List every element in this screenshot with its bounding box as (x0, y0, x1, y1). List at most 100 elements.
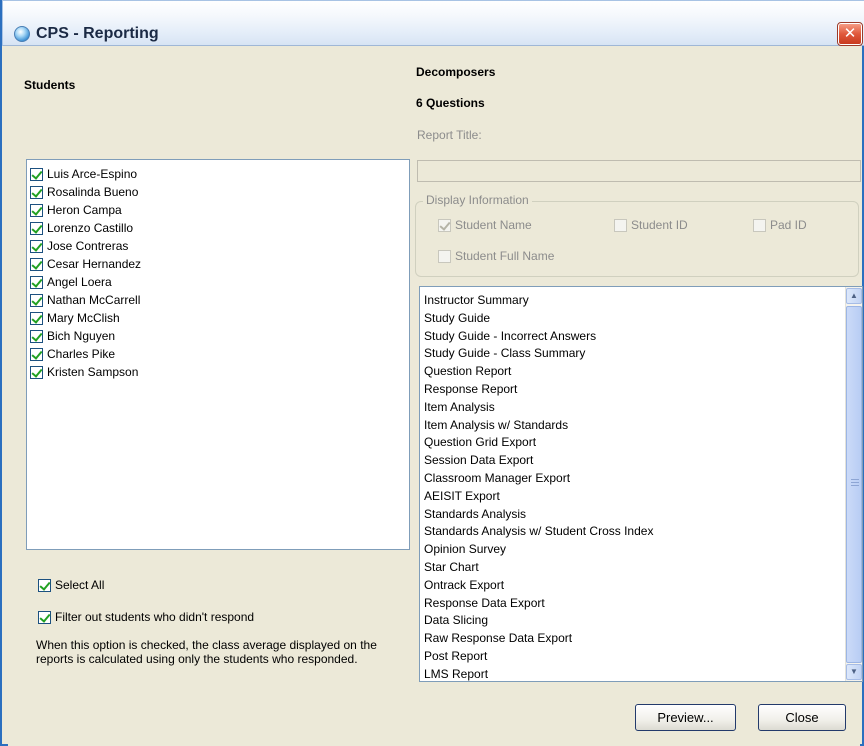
student-row[interactable]: Charles Pike (30, 345, 409, 363)
app-globe-icon (14, 26, 30, 42)
report-list-item[interactable]: Item Analysis w/ Standards (424, 417, 653, 435)
student-checkbox[interactable] (30, 239, 43, 253)
window-title: CPS - Reporting (36, 25, 159, 42)
pad-id-label: Pad ID (770, 218, 807, 232)
student-name: Luis Arce-Espino (47, 167, 138, 181)
report-list-item[interactable]: Star Chart (424, 559, 653, 577)
student-name: Mary McClish (47, 311, 120, 325)
student-checkbox[interactable] (30, 293, 43, 307)
students-list[interactable]: Luis Arce-Espino Rosalinda Bueno Heron Cam… (26, 159, 410, 550)
reports-list[interactable]: Instructor Summary Study Guide Study Guide… (419, 286, 863, 682)
student-checkbox[interactable] (30, 257, 43, 271)
student-full-name-label: Student Full Name (455, 249, 555, 263)
student-name: Kristen Sampson (47, 365, 139, 379)
report-list-item[interactable]: Standards Analysis w/ Student Cross Inde… (424, 523, 653, 541)
student-row[interactable]: Cesar Hernandez (30, 255, 409, 273)
student-checkbox[interactable] (30, 167, 43, 181)
window-close-button[interactable]: ✕ (837, 22, 863, 46)
report-list-item[interactable]: Item Analysis (424, 399, 653, 417)
student-row[interactable]: Bich Nguyen (30, 327, 409, 345)
students-heading: Students (24, 78, 76, 92)
report-list-item[interactable]: Raw Response Data Export (424, 630, 653, 648)
scroll-down-arrow-icon[interactable]: ▼ (846, 664, 862, 680)
report-list-item[interactable]: Study Guide - Class Summary (424, 345, 653, 363)
report-title-label: Report Title: (417, 128, 482, 142)
display-information-group (415, 201, 859, 277)
student-checkbox[interactable] (30, 221, 43, 235)
scroll-thumb[interactable] (846, 306, 862, 663)
scroll-grip-icon (851, 479, 859, 488)
student-name-label: Student Name (455, 218, 532, 232)
student-full-name-option[interactable]: Student Full Name (438, 247, 554, 265)
report-list-item[interactable]: LMS Report (424, 666, 653, 684)
report-list-item[interactable]: AEISIT Export (424, 488, 653, 506)
student-name-option[interactable]: Student Name (438, 216, 532, 234)
filter-note: When this option is checked, the class a… (36, 638, 377, 666)
report-list-item[interactable]: Opinion Survey (424, 541, 653, 559)
question-count: 6 Questions (416, 96, 485, 110)
student-full-name-checkbox[interactable] (438, 249, 451, 263)
pad-id-checkbox[interactable] (753, 218, 766, 232)
student-checkbox[interactable] (30, 185, 43, 199)
student-name: Nathan McCarrell (47, 293, 141, 307)
scroll-up-arrow-icon[interactable]: ▲ (846, 288, 862, 304)
preview-button[interactable]: Preview... (635, 704, 736, 731)
student-row[interactable]: Rosalinda Bueno (30, 183, 409, 201)
student-name-checkbox[interactable] (438, 218, 451, 232)
student-checkbox[interactable] (30, 311, 43, 325)
dialog-body: Students Luis Arce-Espino Rosalinda Bueno… (8, 46, 863, 746)
student-row[interactable]: Mary McClish (30, 309, 409, 327)
title-bar[interactable]: CPS - Reporting ✕ (2, 0, 864, 46)
student-checkbox[interactable] (30, 347, 43, 361)
report-list-item[interactable]: Ontrack Export (424, 577, 653, 595)
student-row[interactable]: Angel Loera (30, 273, 409, 291)
student-id-option[interactable]: Student ID (614, 216, 688, 234)
report-list-item[interactable]: Study Guide (424, 310, 653, 328)
student-id-label: Student ID (631, 218, 688, 232)
select-all-option[interactable]: Select All (38, 576, 104, 594)
student-row[interactable]: Heron Campa (30, 201, 409, 219)
student-name: Bich Nguyen (47, 329, 116, 343)
student-name: Heron Campa (47, 203, 122, 217)
report-list-item[interactable]: Data Slicing (424, 612, 653, 630)
student-name: Lorenzo Castillo (47, 221, 134, 235)
report-list-item[interactable]: Response Report (424, 381, 653, 399)
close-button[interactable]: Close (758, 704, 846, 731)
report-list-item[interactable]: Post Report (424, 648, 653, 666)
student-checkbox[interactable] (30, 203, 43, 217)
reports-scrollbar[interactable]: ▲ ▼ (845, 287, 862, 681)
reporting-window: CPS - Reporting ✕ Students Luis Arce-Esp… (0, 0, 864, 746)
student-checkbox[interactable] (30, 365, 43, 379)
student-name: Charles Pike (47, 347, 116, 361)
filter-students-option[interactable]: Filter out students who didn't respond (38, 608, 254, 626)
report-list-item[interactable]: Standards Analysis (424, 506, 653, 524)
student-row[interactable]: Kristen Sampson (30, 363, 409, 381)
report-list-item[interactable]: Response Data Export (424, 595, 653, 613)
report-list-item[interactable]: Classroom Manager Export (424, 470, 653, 488)
report-list-item[interactable]: Study Guide - Incorrect Answers (424, 328, 653, 346)
student-row[interactable]: Lorenzo Castillo (30, 219, 409, 237)
student-row[interactable]: Nathan McCarrell (30, 291, 409, 309)
student-row[interactable]: Luis Arce-Espino (30, 165, 409, 183)
report-list-item[interactable]: Session Data Export (424, 452, 653, 470)
session-name: Decomposers (416, 65, 496, 79)
report-list-item[interactable]: Instructor Summary (424, 292, 653, 310)
student-id-checkbox[interactable] (614, 218, 627, 232)
report-list-item[interactable]: Question Report (424, 363, 653, 381)
student-row[interactable]: Jose Contreras (30, 237, 409, 255)
filter-students-checkbox[interactable] (38, 610, 51, 624)
student-checkbox[interactable] (30, 329, 43, 343)
student-name: Angel Loera (47, 275, 112, 289)
report-list-item[interactable]: Question Grid Export (424, 434, 653, 452)
display-information-legend: Display Information (423, 193, 532, 207)
student-name: Jose Contreras (47, 239, 129, 253)
select-all-label: Select All (55, 578, 105, 592)
student-name: Cesar Hernandez (47, 257, 142, 271)
student-name: Rosalinda Bueno (47, 185, 139, 199)
student-checkbox[interactable] (30, 275, 43, 289)
select-all-checkbox[interactable] (38, 578, 51, 592)
pad-id-option[interactable]: Pad ID (753, 216, 807, 234)
report-title-input[interactable] (417, 160, 861, 182)
filter-students-label: Filter out students who didn't respond (55, 610, 255, 624)
reports-items: Instructor Summary Study Guide Study Guide… (424, 292, 653, 684)
